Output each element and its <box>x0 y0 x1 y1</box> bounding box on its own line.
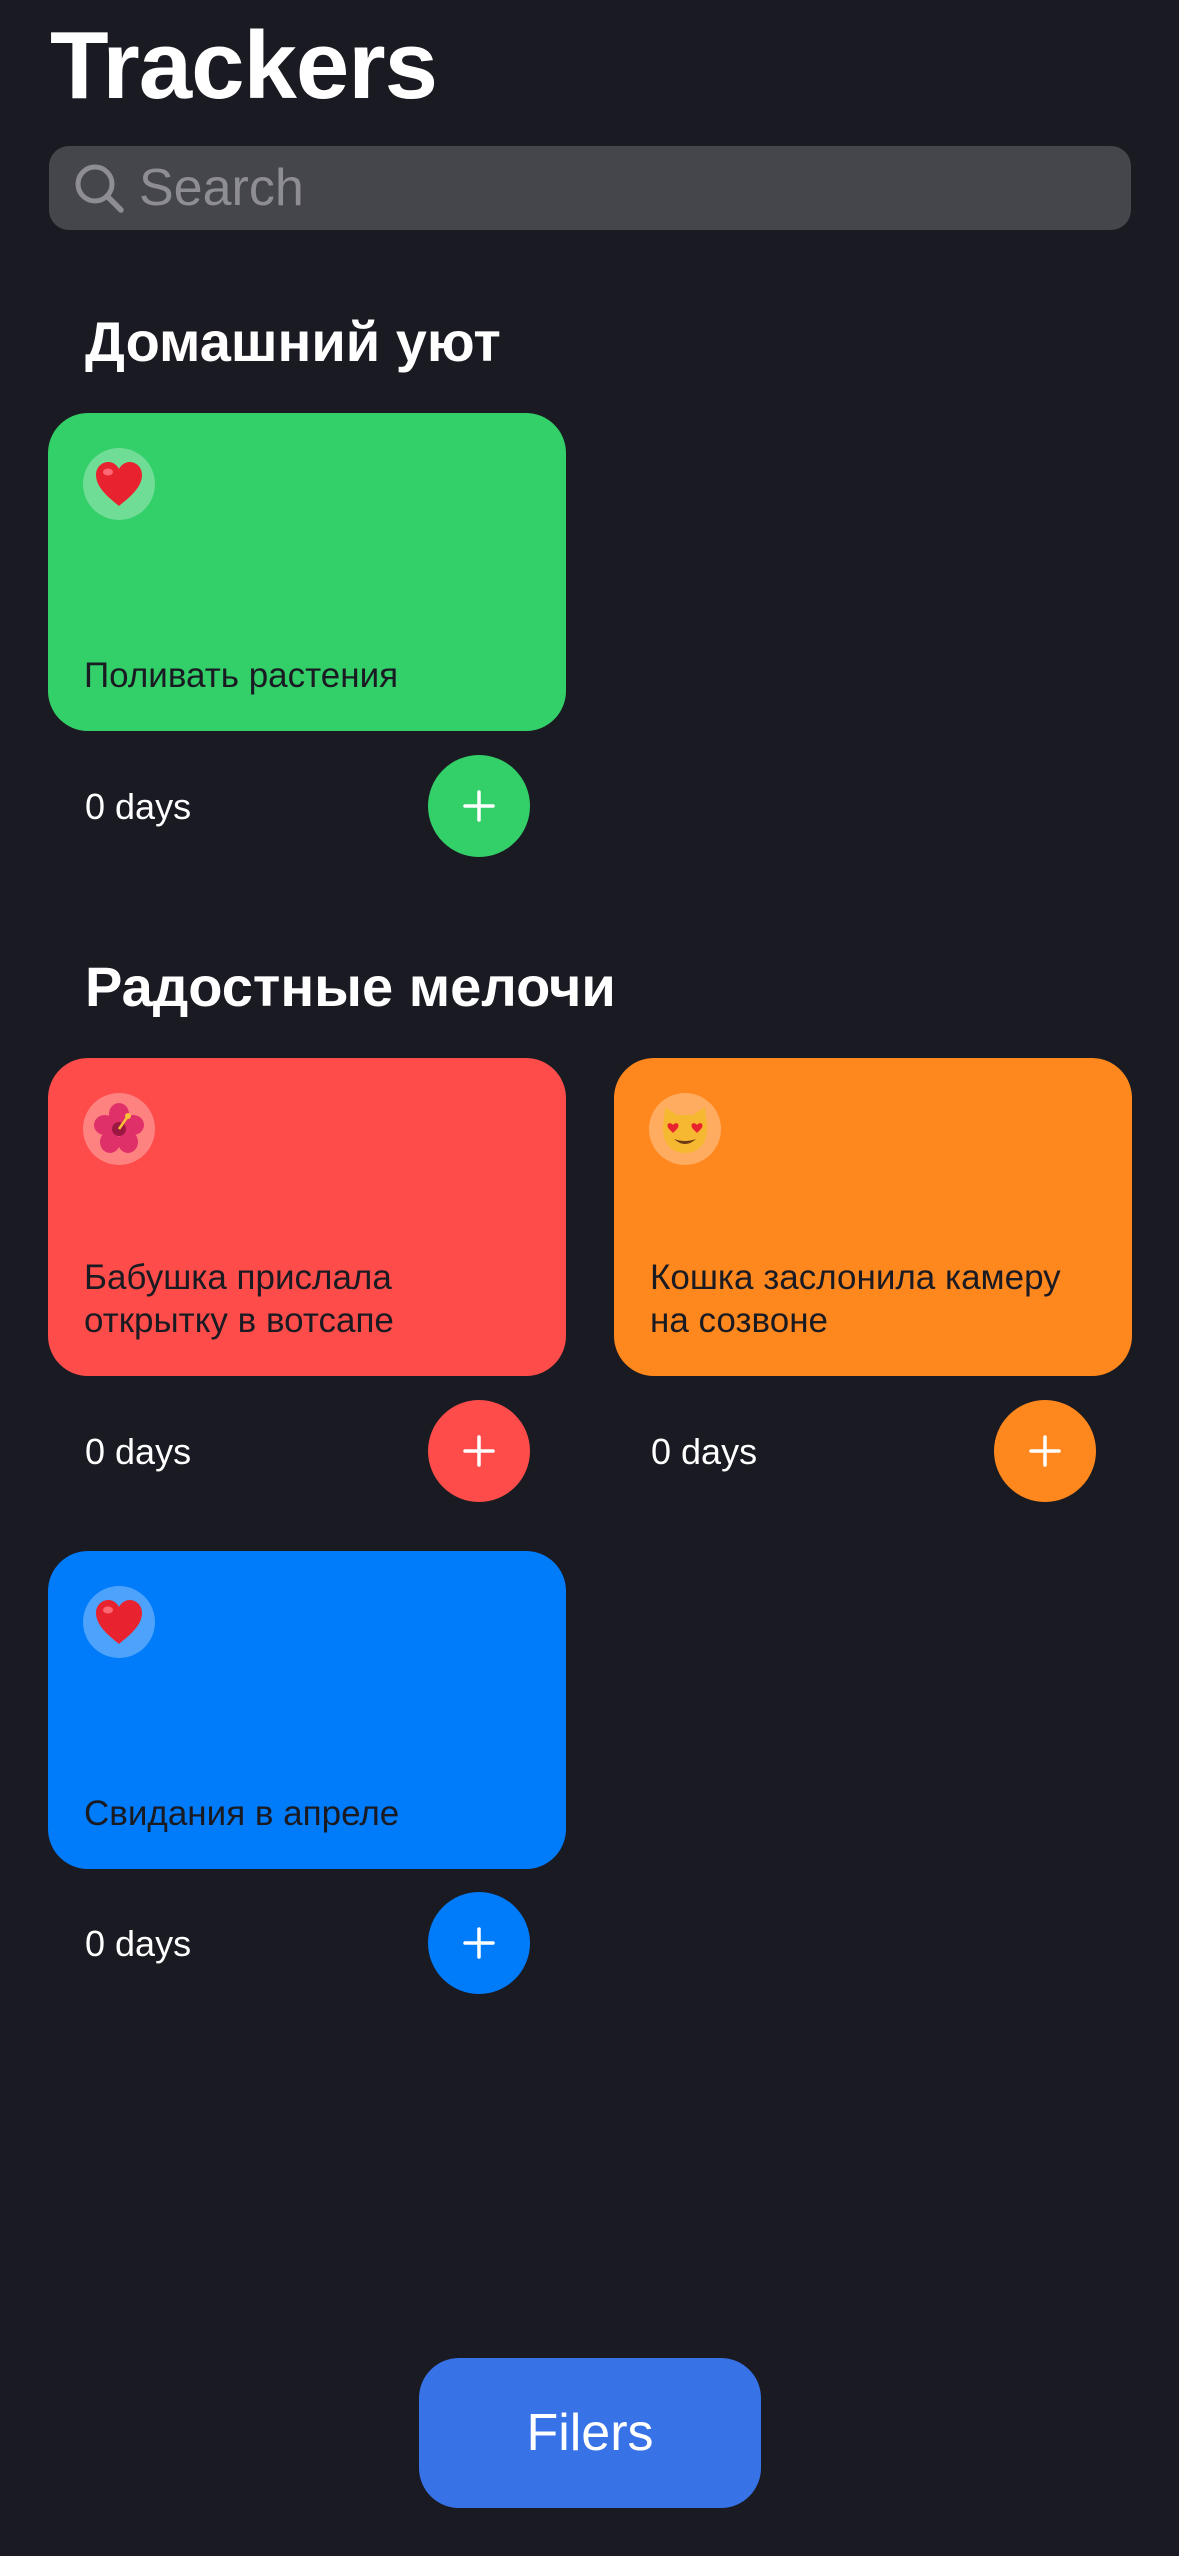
filters-button[interactable]: Filers <box>419 2358 761 2508</box>
add-day-button[interactable] <box>994 1400 1096 1502</box>
add-day-button[interactable] <box>428 755 530 857</box>
emoji-badge <box>83 1093 155 1165</box>
page-title: Trackers <box>50 12 438 119</box>
heart-icon <box>96 462 142 506</box>
tracker-card[interactable]: Свидания в апреле <box>48 1551 566 1869</box>
plus-icon <box>463 1927 495 1959</box>
hibiscus-icon <box>94 1103 144 1153</box>
add-day-button[interactable] <box>428 1892 530 1994</box>
tracker-title: Свидания в апреле <box>84 1794 400 1833</box>
tracker-card[interactable]: Кошка заслонила камеру на созвоне <box>614 1058 1132 1376</box>
tracker-days: 0 days <box>85 1431 192 1472</box>
tracker-title: Поливать растения <box>84 656 399 695</box>
search-bar[interactable] <box>49 146 1131 230</box>
plus-icon <box>463 1435 495 1467</box>
tracker-days: 0 days <box>85 786 192 827</box>
search-input[interactable] <box>139 146 1099 230</box>
add-day-button[interactable] <box>428 1400 530 1502</box>
tracker-card[interactable]: Поливать растения <box>48 413 566 731</box>
tracker-card[interactable]: Бабушка прислала открытку в вотсапе <box>48 1058 566 1376</box>
section-title-little-joys: Радостные мелочи <box>85 955 616 1018</box>
emoji-badge <box>83 1586 155 1658</box>
tracker-days: 0 days <box>85 1923 192 1964</box>
section-title-home-comfort: Домашний уют <box>85 310 501 373</box>
tracker-title: Кошка заслонила камеру на созвоне <box>650 1258 1061 1340</box>
plus-icon <box>1029 1435 1061 1467</box>
tracker-title: Бабушка прислала открытку в вотсапе <box>84 1258 394 1340</box>
emoji-badge <box>83 448 155 520</box>
search-icon <box>75 164 124 213</box>
plus-icon <box>463 790 495 822</box>
tracker-days: 0 days <box>651 1431 758 1472</box>
heart-eyes-cat-icon <box>663 1107 707 1153</box>
heart-icon <box>96 1600 142 1644</box>
emoji-badge <box>649 1093 721 1165</box>
